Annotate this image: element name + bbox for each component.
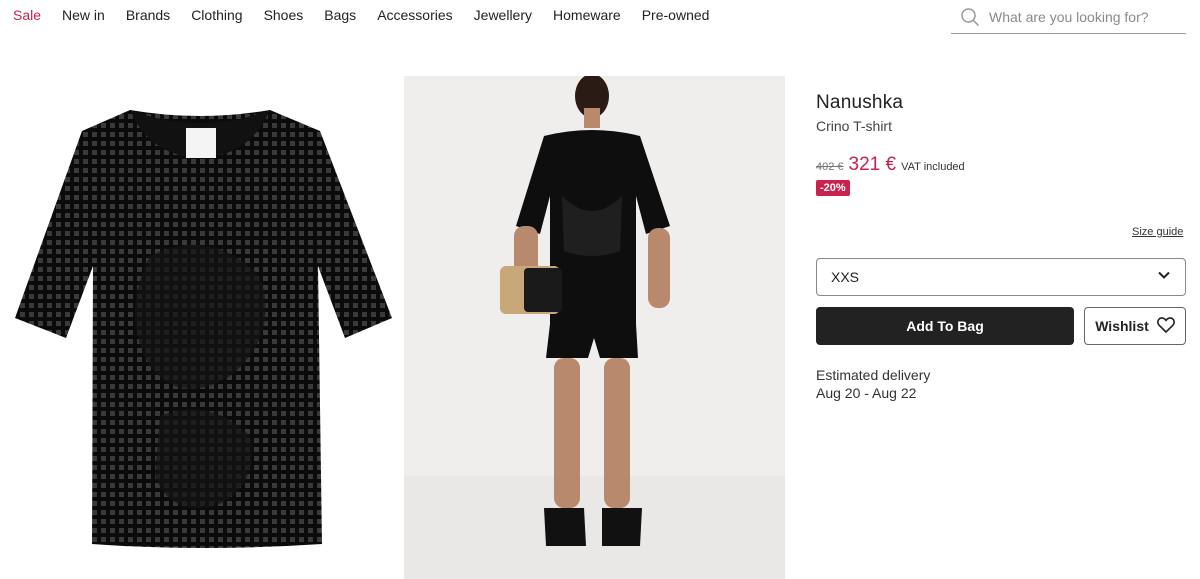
nav-item-brands[interactable]: Brands [126, 7, 170, 23]
product-brand[interactable]: Nanushka [816, 92, 1186, 114]
search-bar [951, 0, 1186, 34]
nav-item-homeware[interactable]: Homeware [553, 7, 621, 23]
nav-item-pre-owned[interactable]: Pre-owned [642, 7, 710, 23]
search-input[interactable] [989, 8, 1179, 25]
product-details: Nanushka Crino T-shirt 402 € 321 € VAT i… [816, 92, 1186, 196]
wishlist-button[interactable]: Wishlist [1084, 307, 1186, 345]
heart-icon [1149, 316, 1175, 336]
price-row: 402 € 321 € VAT included [816, 154, 1186, 176]
wishlist-label: Wishlist [1095, 318, 1149, 334]
nav-item-sale[interactable]: Sale [13, 7, 41, 23]
discount-badge: -20% [816, 180, 850, 196]
nav-item-accessories[interactable]: Accessories [377, 7, 452, 23]
product-name: Crino T-shirt [816, 118, 892, 134]
nav-item-clothing[interactable]: Clothing [191, 7, 242, 23]
product-image-model[interactable] [404, 76, 785, 579]
product-image-front[interactable] [0, 76, 404, 579]
old-price: 402 € [816, 161, 844, 173]
size-guide-link[interactable]: Size guide [1132, 226, 1183, 238]
search-icon[interactable] [960, 7, 980, 27]
delivery-info: Estimated delivery Aug 20 - Aug 22 [816, 366, 930, 402]
vat-note: VAT included [901, 161, 965, 173]
add-to-bag-label: Add To Bag [906, 318, 984, 334]
sale-price: 321 € [848, 154, 897, 175]
delivery-label: Estimated delivery [816, 367, 931, 383]
nav-item-bags[interactable]: Bags [324, 7, 356, 23]
selected-size: XXS [831, 269, 860, 285]
chevron-down-icon [1157, 268, 1171, 287]
delivery-dates: Aug 20 - Aug 22 [816, 385, 917, 401]
add-to-bag-button[interactable]: Add To Bag [816, 307, 1074, 345]
nav-item-shoes[interactable]: Shoes [264, 7, 304, 23]
nav-item-new-in[interactable]: New in [62, 7, 105, 23]
size-select[interactable]: XXS [816, 258, 1186, 296]
nav-item-jewellery[interactable]: Jewellery [474, 7, 532, 23]
main-nav: Sale New in Brands Clothing Shoes Bags A… [0, 0, 717, 30]
